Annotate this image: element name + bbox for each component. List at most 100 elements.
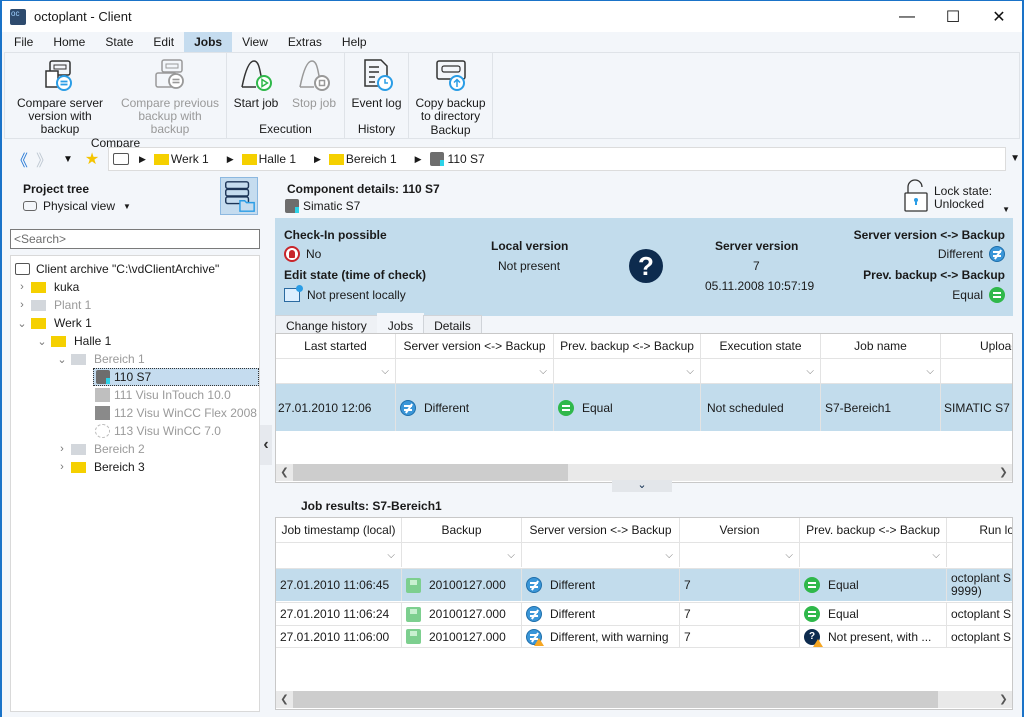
expand-icon[interactable]: › xyxy=(13,299,31,311)
col-execution-state[interactable]: Execution state xyxy=(701,334,821,358)
minimize-button[interactable]: — xyxy=(884,1,930,32)
col-version[interactable]: Version xyxy=(680,518,800,542)
job-results-table: Job timestamp (local) Backup Server vers… xyxy=(275,517,1013,710)
view-selector[interactable]: Physical view ▼ xyxy=(23,199,131,213)
filter-dropdown[interactable]: ⌵ xyxy=(522,543,680,567)
col-server-vs-backup[interactable]: Server version <-> Backup xyxy=(396,334,554,358)
table-row[interactable]: 27.01.2010 11:06:00 20100127.000 Differe… xyxy=(276,625,1012,648)
menu-extras[interactable]: Extras xyxy=(278,32,332,52)
tree-node-bereich1[interactable]: ⌄ Bereich 1 xyxy=(53,350,144,368)
breadcrumb-dropdown-icon[interactable]: ▼ xyxy=(1010,153,1020,164)
tree-node-112-visu-wincc-flex[interactable]: 112 Visu WinCC Flex 2008 xyxy=(95,404,257,422)
col-upload[interactable]: Upload xyxy=(941,334,1012,358)
table-row[interactable]: 27.01.2010 12:06 Different Equal Not sch… xyxy=(276,383,1012,431)
col-last-started[interactable]: Last started xyxy=(276,334,396,358)
tree-node-113-visu-wincc[interactable]: 113 Visu WinCC 7.0 xyxy=(95,422,221,440)
scroll-left-icon[interactable]: ❮ xyxy=(276,691,293,708)
col-prev-vs-backup[interactable]: Prev. backup <-> Backup xyxy=(800,518,947,542)
col-prev-vs-backup[interactable]: Prev. backup <-> Backup xyxy=(554,334,701,358)
col-server-vs-backup[interactable]: Server version <-> Backup xyxy=(522,518,680,542)
filter-dropdown[interactable]: ⌵ xyxy=(276,359,396,383)
start-job-button[interactable]: Start job xyxy=(227,53,285,122)
tree-node-110-s7[interactable]: 110 S7 xyxy=(93,368,259,386)
scrollbar-thumb[interactable] xyxy=(293,691,938,708)
lock-state[interactable]: Lock state: Unlocked ▼ xyxy=(904,179,1014,215)
filter-dropdown[interactable]: ⌵ xyxy=(800,543,947,567)
menu-view[interactable]: View xyxy=(232,32,278,52)
scroll-right-icon[interactable]: ❯ xyxy=(995,691,1012,708)
filter-dropdown[interactable]: ⌵ xyxy=(402,543,522,567)
tree-node-werk1[interactable]: ⌄ Werk 1 xyxy=(13,314,91,332)
tree-search-input[interactable]: <Search> xyxy=(10,229,260,249)
tree-node-111-visu-intouch[interactable]: 111 Visu InTouch 10.0 xyxy=(95,386,231,404)
breadcrumb-separator-icon[interactable]: ▶ xyxy=(139,154,146,165)
filter-dropdown[interactable]: ⌵ xyxy=(396,359,554,383)
copy-backup-button[interactable]: Copy backup to directory xyxy=(409,53,492,123)
job-results-horizontal-scrollbar[interactable]: ❮ ❯ xyxy=(276,691,1012,708)
filter-dropdown[interactable]: ⌵ xyxy=(554,359,701,383)
compare-previous-backup-button[interactable]: Compare previous backup with backup xyxy=(115,53,225,136)
expand-icon[interactable]: › xyxy=(53,443,71,455)
archive-list-icon[interactable] xyxy=(113,153,129,165)
breadcrumb-item-werk1[interactable]: Werk 1 xyxy=(153,152,209,166)
expand-icon[interactable]: › xyxy=(13,281,31,293)
breadcrumb-separator-icon[interactable]: ▶ xyxy=(314,154,321,165)
breadcrumb-separator-icon[interactable]: ▶ xyxy=(227,154,234,165)
close-button[interactable]: ✕ xyxy=(976,1,1022,32)
folder-icon xyxy=(31,299,46,311)
tree-node-bereich3[interactable]: › Bereich 3 xyxy=(53,458,145,476)
table-row[interactable]: 27.01.2010 11:06:45 20100127.000 Differe… xyxy=(276,568,1012,601)
tree-node-client-archive[interactable]: Client archive "C:\vdClientArchive" xyxy=(15,260,219,278)
back-icon[interactable]: 《 xyxy=(8,147,32,171)
ribbon-group-history: Event log History xyxy=(345,53,409,138)
compare-server-version-button[interactable]: Compare server version with backup xyxy=(5,53,115,136)
stop-job-button[interactable]: Stop job xyxy=(285,53,343,122)
breadcrumb-item-halle1[interactable]: Halle 1 xyxy=(241,152,296,166)
tab-details[interactable]: Details xyxy=(423,315,482,335)
tree-node-halle1[interactable]: ⌄ Halle 1 xyxy=(33,332,111,350)
scroll-right-icon[interactable]: ❯ xyxy=(995,464,1012,481)
collapse-icon[interactable]: ⌄ xyxy=(53,353,71,366)
col-backup[interactable]: Backup xyxy=(402,518,522,542)
table-row[interactable]: 27.01.2010 11:06:24 20100127.000 Differe… xyxy=(276,602,1012,625)
forward-icon[interactable]: 》 xyxy=(32,147,56,171)
tab-change-history[interactable]: Change history xyxy=(275,315,378,335)
favorite-star-icon[interactable]: ★ xyxy=(80,149,104,169)
collapse-tree-handle[interactable]: ‹ xyxy=(260,425,272,465)
col-run-log[interactable]: Run lo xyxy=(947,518,1012,542)
col-job-timestamp[interactable]: Job timestamp (local) xyxy=(276,518,402,542)
collapse-icon[interactable]: ⌄ xyxy=(13,317,31,330)
filter-dropdown[interactable]: ⌵ xyxy=(821,359,941,383)
event-log-button[interactable]: Event log xyxy=(345,53,408,122)
menu-jobs[interactable]: Jobs xyxy=(184,32,233,52)
menu-file[interactable]: File xyxy=(4,32,43,52)
col-job-name[interactable]: Job name xyxy=(821,334,941,358)
filter-dropdown[interactable]: ⌵ xyxy=(680,543,800,567)
maximize-button[interactable]: ☐ xyxy=(930,1,976,32)
filter-dropdown[interactable]: ⌵ xyxy=(276,543,402,567)
menu-home[interactable]: Home xyxy=(43,32,95,52)
splitter-handle[interactable]: ⌄ xyxy=(612,480,672,492)
scroll-left-icon[interactable]: ❮ xyxy=(276,464,293,481)
breadcrumb-separator-icon[interactable]: ▶ xyxy=(415,154,422,165)
lock-dropdown-icon[interactable]: ▼ xyxy=(1002,205,1010,214)
tab-jobs[interactable]: Jobs xyxy=(376,313,425,335)
scrollbar-thumb[interactable] xyxy=(293,464,568,481)
collapse-icon[interactable]: ⌄ xyxy=(33,335,51,348)
history-dropdown-icon[interactable]: ▼ xyxy=(56,154,80,165)
cell-timestamp: 27.01.2010 11:06:45 xyxy=(276,569,402,601)
tree-node-kuka[interactable]: › kuka xyxy=(13,278,79,296)
breadcrumb-item-110s7[interactable]: 110 S7 xyxy=(429,152,485,166)
menu-state[interactable]: State xyxy=(95,32,143,52)
tree-node-plant1[interactable]: › Plant 1 xyxy=(13,296,91,314)
filter-dropdown[interactable]: ⌵ xyxy=(701,359,821,383)
filter-dropdown[interactable] xyxy=(947,543,1012,567)
menu-help[interactable]: Help xyxy=(332,32,377,52)
filter-dropdown[interactable] xyxy=(941,359,1012,383)
tree-node-bereich2[interactable]: › Bereich 2 xyxy=(53,440,145,458)
menu-edit[interactable]: Edit xyxy=(143,32,184,52)
archive-view-toggle[interactable] xyxy=(220,177,258,215)
expand-icon[interactable]: › xyxy=(53,461,71,473)
simatic-s7-icon xyxy=(285,199,299,213)
breadcrumb-item-bereich1[interactable]: Bereich 1 xyxy=(328,152,397,166)
